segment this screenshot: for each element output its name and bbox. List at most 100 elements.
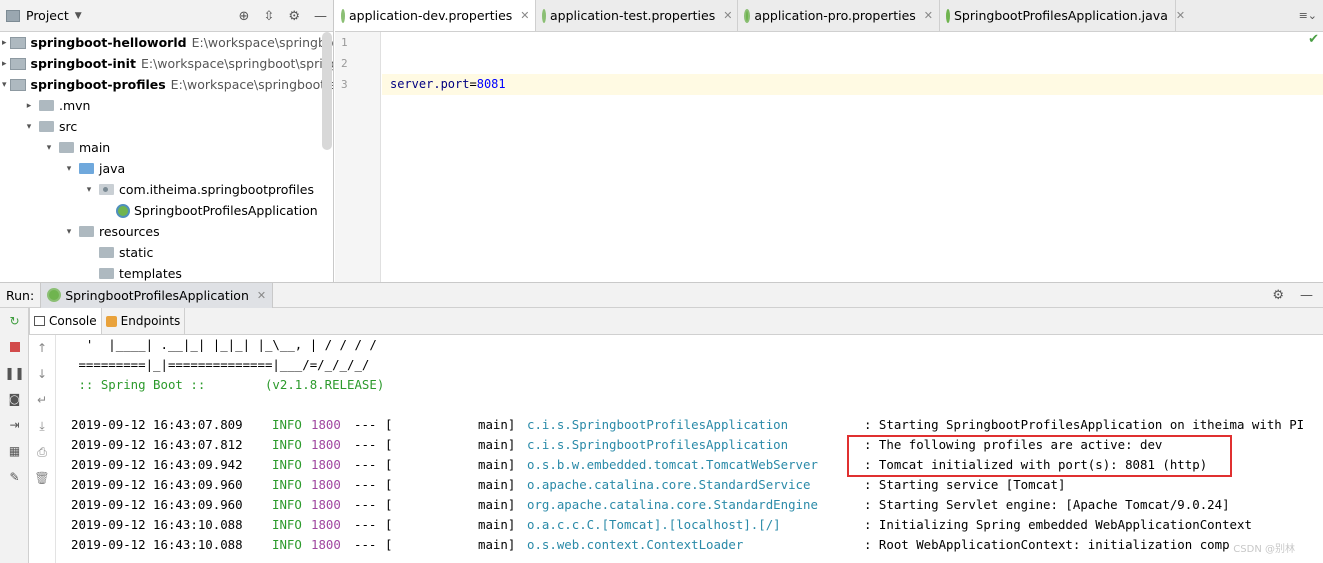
tree-item[interactable]: ▾ src xyxy=(0,116,321,137)
log-separator: --- xyxy=(354,477,377,492)
editor-tab[interactable]: application-test.properties ✕ xyxy=(536,0,738,31)
log-timestamp: 2019-09-12 16:43:10.088 xyxy=(71,517,243,532)
collapse-icon[interactable]: ⇳ xyxy=(263,9,274,24)
chevron-icon[interactable]: ▸ xyxy=(2,59,7,69)
tree-item[interactable]: static xyxy=(0,242,321,263)
log-thread: main] xyxy=(478,517,516,532)
close-icon[interactable]: ✕ xyxy=(257,289,266,302)
editor-tab[interactable]: application-dev.properties ✕ xyxy=(335,0,536,31)
chevron-icon[interactable]: ▸ xyxy=(22,101,36,111)
code-line[interactable] xyxy=(382,53,1323,74)
log-level: INFO xyxy=(272,477,302,492)
close-icon[interactable]: ✕ xyxy=(1176,9,1185,22)
project-title[interactable]: Project xyxy=(26,8,69,23)
chevron-icon[interactable]: ▾ xyxy=(2,80,7,90)
gear-icon[interactable]: ⚙ xyxy=(288,9,300,24)
tree-item-label: src xyxy=(59,119,78,134)
trash-icon[interactable]: 🗑 xyxy=(29,465,55,491)
log-level: INFO xyxy=(272,517,302,532)
tree-item[interactable]: ▸ springboot-init E:\workspace\springboot\… xyxy=(0,53,333,74)
code-line[interactable] xyxy=(382,32,1323,53)
arrow-down-icon[interactable]: ↓ xyxy=(29,361,55,387)
code-line-current[interactable]: server.port=8081 xyxy=(382,74,1323,95)
log-level: INFO xyxy=(272,457,302,472)
chevron-icon[interactable]: ▾ xyxy=(62,227,76,237)
tree-item-label: springboot-profiles xyxy=(30,77,166,92)
editor-tab-label: application-pro.properties xyxy=(754,8,916,23)
log-logger: o.apache.catalina.core.StandardService xyxy=(527,477,811,492)
log-logger: c.i.s.SpringbootProfilesApplication xyxy=(527,417,789,432)
print-icon[interactable]: ⎙ xyxy=(29,439,55,465)
close-icon[interactable]: ✕ xyxy=(723,9,732,22)
line-number: 1 xyxy=(341,36,348,49)
log-pid: 1800 xyxy=(311,537,341,552)
stop-icon[interactable] xyxy=(0,334,29,360)
layout-icon[interactable]: ▦ xyxy=(0,438,29,464)
run-panel: Run: SpringbootProfilesApplication ✕ ⚙ —… xyxy=(0,282,1323,563)
tab-endpoints[interactable]: Endpoints xyxy=(102,308,186,334)
log-timestamp: 2019-09-12 16:43:10.088 xyxy=(71,537,243,552)
pin-icon[interactable]: ✎ xyxy=(0,464,29,490)
soft-wrap-icon[interactable]: ↵ xyxy=(29,387,55,413)
chevron-icon[interactable]: ▾ xyxy=(62,164,76,174)
arrow-up-icon[interactable]: ↑ xyxy=(29,335,55,361)
inspection-ok-icon[interactable]: ✔ xyxy=(1308,32,1319,47)
log-logger: c.i.s.SpringbootProfilesApplication xyxy=(527,437,789,452)
log-bracket: [ xyxy=(385,537,393,552)
console-tools: ↑ ↓ ↵ ⤓ ⎙ 🗑 xyxy=(29,335,56,563)
minimize-icon[interactable]: — xyxy=(1300,288,1313,303)
close-icon[interactable]: ✕ xyxy=(520,9,529,22)
tree-item[interactable]: ▾ resources xyxy=(0,221,321,242)
gear-icon[interactable]: ⚙ xyxy=(1272,288,1284,303)
tree-item[interactable]: ▾ main xyxy=(0,137,321,158)
tree-item[interactable]: ▾ com.itheima.springbootprofiles xyxy=(0,179,321,200)
camera-icon[interactable]: ◙ xyxy=(0,386,29,412)
spring-boot-class-icon xyxy=(116,203,130,218)
tree-item[interactable]: SpringbootProfilesApplication xyxy=(0,200,321,221)
console-tab-label: Console xyxy=(49,314,97,328)
source-folder-icon xyxy=(79,163,94,174)
tab-console[interactable]: Console xyxy=(29,308,102,334)
tree-item[interactable]: templates xyxy=(0,263,321,282)
log-thread: main] xyxy=(478,437,516,452)
log-pid: 1800 xyxy=(311,417,341,432)
rerun-icon[interactable]: ↻ xyxy=(0,308,29,334)
tree-item-label: java xyxy=(99,161,126,176)
chevron-icon[interactable]: ▸ xyxy=(2,38,7,48)
minimize-icon[interactable]: — xyxy=(314,9,327,24)
exit-icon[interactable]: ⇥ xyxy=(0,412,29,438)
property-key: server.port xyxy=(390,77,470,91)
pause-icon[interactable]: ❚❚ xyxy=(0,360,29,386)
run-config-tab[interactable]: SpringbootProfilesApplication ✕ xyxy=(40,282,274,308)
highlight-box xyxy=(847,435,1232,477)
locate-icon[interactable]: ⊕ xyxy=(239,9,250,24)
chevron-icon[interactable]: ▾ xyxy=(42,143,56,153)
chevron-down-icon[interactable]: ▼ xyxy=(75,11,82,21)
folder-icon xyxy=(39,100,54,111)
editor-tab[interactable]: application-pro.properties ✕ xyxy=(738,0,940,31)
run-label: Run: xyxy=(6,287,35,303)
tree-item[interactable]: ▾ springboot-profiles E:\workspace\springb… xyxy=(0,74,333,95)
log-separator: --- xyxy=(354,457,377,472)
chevron-icon[interactable]: ▾ xyxy=(22,122,36,132)
folder-icon xyxy=(79,226,94,237)
tree-item-path: E:\workspace\springboot\sp xyxy=(170,77,334,92)
tab-list-icon[interactable]: ≡⌄ xyxy=(1299,9,1317,22)
project-header: Project ▼ ⊕ ⇳ ⚙ — xyxy=(0,0,333,32)
line-gutter: 1 2 3 xyxy=(335,32,381,282)
project-icon xyxy=(6,9,20,22)
log-separator: --- xyxy=(354,497,377,512)
tree-scrollbar[interactable] xyxy=(322,32,332,150)
log-thread: main] xyxy=(478,537,516,552)
tree-item[interactable]: ▸ springboot-helloworld E:\workspace\sprin… xyxy=(0,32,333,53)
close-icon[interactable]: ✕ xyxy=(924,9,933,22)
tree-item-label: SpringbootProfilesApplication xyxy=(134,203,318,218)
editor-tab[interactable]: SpringbootProfilesApplication.java ✕ xyxy=(940,0,1185,31)
chevron-icon[interactable]: ▾ xyxy=(82,185,96,195)
editor-tab-label: application-dev.properties xyxy=(349,8,513,23)
tree-item[interactable]: ▾ java xyxy=(0,158,321,179)
console-icon xyxy=(34,316,45,326)
scroll-to-end-icon[interactable]: ⤓ xyxy=(29,413,55,439)
tree-item[interactable]: ▸ .mvn xyxy=(0,95,321,116)
code-area[interactable]: 1 2 3 server.port=8081 xyxy=(335,32,1323,282)
